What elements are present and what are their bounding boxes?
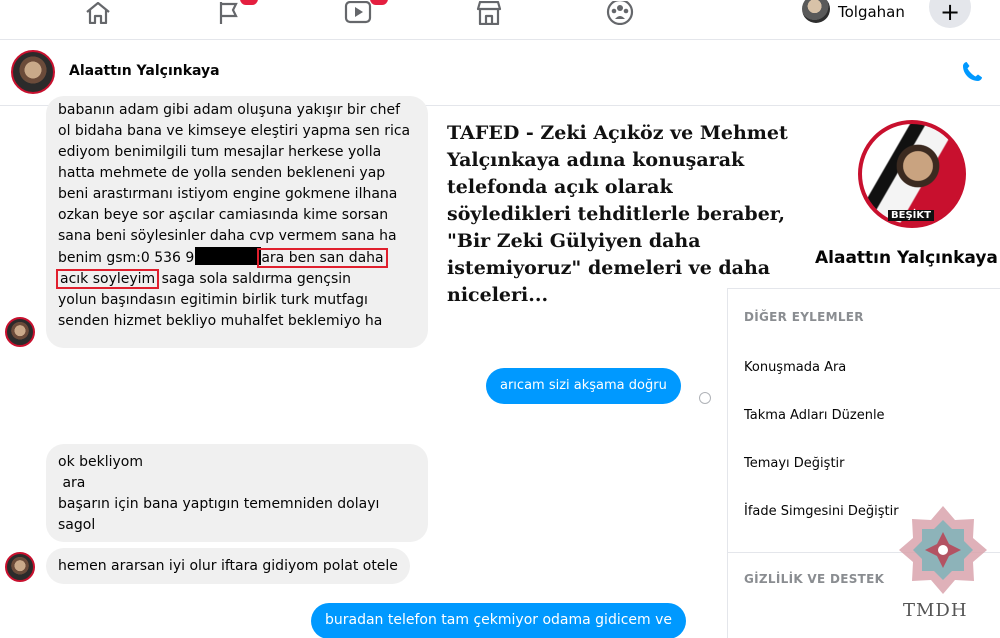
avatar[interactable] <box>5 552 35 582</box>
redaction-bar <box>195 247 262 265</box>
watch-video-icon[interactable] <box>344 0 388 26</box>
message-line: yolun başındasın egitimin birlik turk mu… <box>58 292 368 308</box>
profile-name: Tolgahan <box>838 3 905 21</box>
message-line: ozkan beye sor aşcılar camiasında kime s… <box>58 207 389 223</box>
message-bubble-incoming[interactable]: hemen ararsan iyi olur iftara gidiyom po… <box>46 548 410 584</box>
avatar-tag: BEŞİKT <box>888 210 934 221</box>
message-line: benim gsm:0 536 9 ara ben san daha <box>58 247 416 269</box>
message-line: ara <box>58 475 86 491</box>
contact-name[interactable]: Alaattın Yalçınkaya <box>69 63 220 79</box>
caption-line: niceleri... <box>447 284 549 306</box>
watermark-text: TMDH <box>903 600 968 621</box>
contact-avatar[interactable] <box>11 50 55 94</box>
highlighted-text: acık soyleyim <box>55 269 160 289</box>
message-bubble-incoming[interactable]: babanın adam gibi adam oluşuna yakışır b… <box>46 96 428 348</box>
phone-icon[interactable] <box>960 60 984 88</box>
notification-badge <box>370 0 388 5</box>
message-line: beni arastırmanı istiyom engine gokmene … <box>58 186 398 202</box>
profile-chip[interactable]: Tolgahan <box>802 0 905 24</box>
divider <box>727 288 728 638</box>
message-bubble-incoming[interactable]: ok bekliyom ara başarın için bana yaptıg… <box>46 444 428 542</box>
message-line: ol bidaha bana ve kimseye eleştiri yapma… <box>58 123 411 139</box>
create-button[interactable]: + <box>929 0 971 28</box>
caption-line: TAFED - Zeki Açıköz ve Mehmet <box>447 122 788 144</box>
highlighted-text: ara ben san daha <box>257 248 388 268</box>
message-line: sagol <box>58 517 96 533</box>
section-heading-other-actions: DİĞER EYLEMLER <box>744 310 864 324</box>
sidebar-contact-name: Alaattın Yalçınkaya <box>815 248 998 268</box>
avatar <box>802 0 830 23</box>
notification-badge <box>240 0 258 5</box>
change-theme-item[interactable]: Temayı Değiştir <box>744 456 845 471</box>
message-text: saga sola saldırma gençsin <box>157 271 352 287</box>
sent-status-icon <box>699 392 711 404</box>
message-line: ediyom benimilgili tum mesajlar herkese … <box>58 144 382 160</box>
message-line: başarın için bana yaptıgın tememniden do… <box>58 496 380 512</box>
plus-icon: + <box>939 0 961 26</box>
message-line: ok bekliyom <box>58 454 143 470</box>
message-line: babanın adam gibi adam oluşuna yakışır b… <box>58 102 401 118</box>
caption-line: "Bir Zeki Gülyiyen daha <box>447 230 701 252</box>
caption-overlay: TAFED - Zeki Açıköz ve Mehmet Yalçınkaya… <box>443 118 803 311</box>
section-heading-privacy-support: GİZLİLİK VE DESTEK <box>744 572 885 586</box>
message-line: hatta mehmete de yolla senden bekleneni … <box>58 165 386 181</box>
top-nav: Tolgahan + <box>0 0 1000 40</box>
marketplace-icon[interactable] <box>476 0 502 26</box>
message-line: sana beni söylesinler daha cvp vermem sa… <box>58 228 397 244</box>
search-in-conversation-item[interactable]: Konuşmada Ara <box>744 360 846 375</box>
message-line: senden hizmet bekliyo muhalfet beklemiyo… <box>58 313 383 329</box>
caption-line: söyledikleri tehditlerle beraber, <box>447 203 786 225</box>
gsm-text: benim gsm:0 536 9 <box>58 250 195 266</box>
divider <box>728 288 1000 289</box>
change-emoji-item[interactable]: İfade Simgesini Değiştir <box>744 504 899 519</box>
groups-icon[interactable] <box>606 0 634 26</box>
message-bubble-outgoing[interactable]: buradan telefon tam çekmiyor odama gidic… <box>311 603 687 638</box>
avatar[interactable] <box>5 317 35 347</box>
caption-line: Yalçınkaya adına konuşarak <box>447 149 745 171</box>
flag-icon[interactable] <box>218 0 258 26</box>
watermark-ornament-icon <box>893 502 993 602</box>
caption-line: telefonda açık olarak <box>447 176 673 198</box>
caption-line: istemiyoruz" demeleri ve daha <box>447 257 771 279</box>
message-bubble-outgoing[interactable]: arıcam sizi akşama doğru <box>486 368 681 404</box>
message-line: acık soyleyim saga sola saldırma gençsin <box>55 269 416 290</box>
edit-nicknames-item[interactable]: Takma Adları Düzenle <box>744 408 885 423</box>
home-icon[interactable] <box>84 0 112 26</box>
